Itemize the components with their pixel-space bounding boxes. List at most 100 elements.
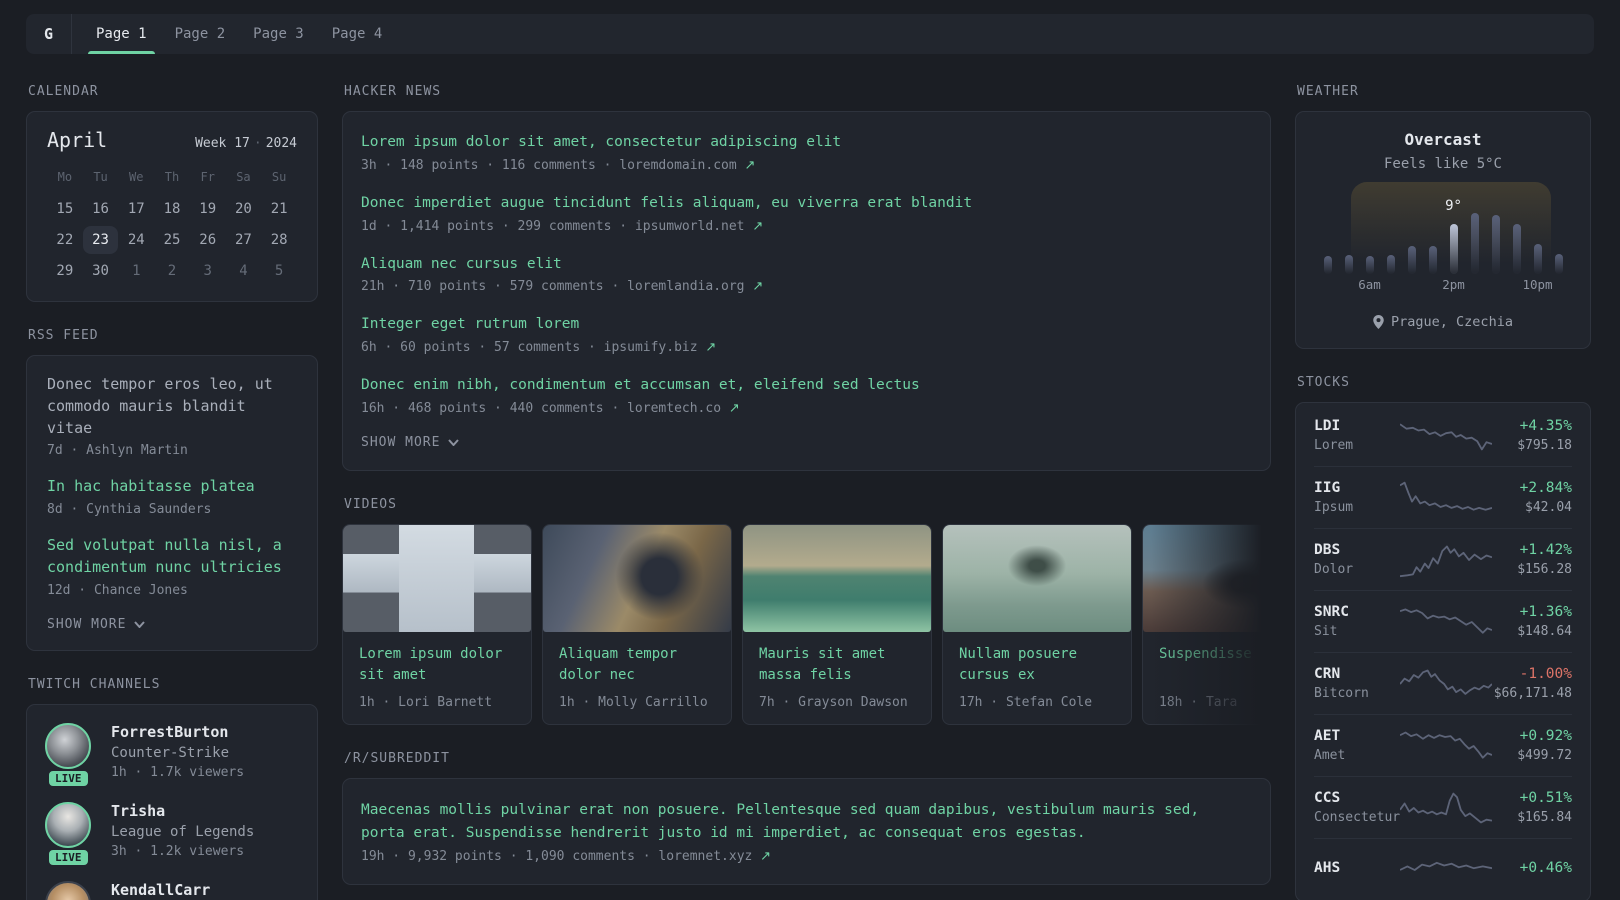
video-title[interactable]: Suspendisse diam (1159, 644, 1271, 688)
hackernews-item-domain[interactable]: ipsumify.biz (604, 340, 698, 355)
video-title[interactable]: Nullam posuere cursus ex (959, 644, 1115, 688)
hackernews-card: Lorem ipsum dolor sit amet, consectetur … (342, 111, 1271, 471)
hackernews-item-headline[interactable]: Donec imperdiet augue tincidunt felis al… (361, 193, 1252, 215)
video-meta: 18h · Tara (1159, 694, 1238, 710)
stock-symbol: IIG (1314, 480, 1341, 496)
nav-tab[interactable]: Page 2 (161, 14, 240, 54)
subreddit-post-domain[interactable]: loremnet.xyz (658, 849, 752, 864)
temperature-bar-column (1548, 186, 1569, 274)
hackernews-item-headline[interactable]: Integer eget rutrum lorem (361, 314, 1252, 336)
dashboard-page: G Page 1 Page 2 Page 3 Page 4 CALENDAR A… (0, 0, 1620, 900)
chevron-down-icon (134, 620, 146, 628)
video-title[interactable]: Lorem ipsum dolor sit amet consectetu… (359, 644, 515, 688)
stock-price: $66,171.48 (1493, 686, 1572, 701)
external-link-icon[interactable]: ↗ (752, 219, 763, 234)
hackernews-item-domain[interactable]: loremdomain.com (619, 158, 736, 173)
video-thumbnail[interactable] (743, 524, 931, 632)
calendar-day: 15 (56, 201, 74, 217)
stock-row[interactable]: AET Amet +0.92% $499.72 (1314, 714, 1572, 776)
video-card-body: Nullam posuere cursus ex 17h · Stefan Co… (943, 632, 1131, 724)
video-card-body: Lorem ipsum dolor sit amet consectetu… 1… (343, 632, 531, 724)
temperature-bar (1344, 255, 1353, 274)
hackernews-show-more-button[interactable]: SHOW MORE (361, 435, 1252, 450)
stock-row[interactable]: SNRC Sit +1.36% $148.64 (1314, 590, 1572, 652)
calendar-day: 25 (163, 232, 181, 248)
temperature-chart-bars: 6am 9° 2pm 10pm (1317, 186, 1569, 292)
calendar-day: 29 (56, 263, 74, 279)
nav-tab[interactable]: Page 1 (82, 14, 161, 54)
stock-symbol: CCS (1314, 790, 1341, 806)
video-meta: 7h · Grayson Dawson (759, 694, 908, 710)
external-link-icon[interactable]: ↗ (752, 279, 763, 294)
twitch-channel-info: Trisha League of Legends 3h · 1.2k viewe… (111, 802, 254, 859)
rss-item-headline[interactable]: Sed volutpat nulla nisl, a condimentum n… (47, 535, 297, 579)
stock-symbol: AHS (1314, 859, 1341, 876)
hackernews-list: Lorem ipsum dolor sit amet, consectetur … (361, 132, 1252, 416)
calendar-month: April (47, 128, 108, 152)
calendar-day: 4 (239, 263, 248, 279)
video-thumbnail[interactable] (943, 524, 1131, 632)
sparkline-chart (1399, 545, 1492, 577)
stock-price: $148.64 (1517, 624, 1572, 639)
video-thumbnail[interactable] (543, 524, 731, 632)
calendar-day: 2 (167, 263, 177, 279)
calendar-day: 24 (127, 232, 145, 248)
hackernews-item-headline[interactable]: Lorem ipsum dolor sit amet, consectetur … (361, 132, 1252, 154)
stock-row[interactable]: CRN Bitcorn -1.00% $66,171.48 (1314, 652, 1572, 714)
time-axis-label: 10pm (1522, 277, 1553, 292)
video-title[interactable]: Mauris sit amet massa felis (759, 644, 915, 688)
hackernews-item-domain[interactable]: loremtech.co (627, 401, 721, 416)
stock-name: Dolor (1314, 562, 1354, 577)
subreddit-post-headline[interactable]: Maecenas mollis pulvinar erat non posuer… (361, 799, 1221, 845)
twitch-channel-row[interactable]: LIVE ForrestBurton Counter-Strike 1h · 1… (45, 722, 299, 788)
stock-price: $165.84 (1517, 810, 1572, 825)
widget-title-weather: WEATHER (1297, 84, 1359, 99)
rss-widget: RSS FEED Donec tempor eros leo, ut commo… (26, 328, 318, 651)
nav-tab[interactable]: Page 3 (239, 14, 318, 54)
hackernews-item: Lorem ipsum dolor sit amet, consectetur … (361, 132, 1252, 173)
twitch-channel-meta: 1h · 1.7k viewers (111, 764, 245, 780)
temperature-bar (1554, 254, 1563, 274)
nav-tab-label: Page 2 (174, 26, 226, 42)
time-axis-label: 2pm (1442, 277, 1465, 292)
nav-tab[interactable]: Page 4 (318, 14, 397, 54)
hackernews-item-meta: 6h · 60 points · 57 comments · ipsumify.… (361, 340, 1252, 355)
dot-separator: · (253, 136, 262, 151)
temperature-bar (1449, 224, 1458, 274)
hackernews-item-domain[interactable]: ipsumworld.net (635, 219, 745, 234)
rss-item: In hac habitasse platea 8d · Cynthia Sau… (47, 476, 297, 517)
external-link-icon[interactable]: ↗ (760, 849, 771, 864)
rss-show-more-button[interactable]: SHOW MORE (47, 617, 297, 632)
calendar-week-year: Week 17 · 2024 (195, 136, 297, 151)
sparkline-chart (1399, 731, 1492, 759)
temperature-bar-column (1464, 186, 1485, 274)
stock-row[interactable]: CCS Consectetur +0.51% $165.84 (1314, 776, 1572, 838)
twitch-channel-row[interactable]: KendallCarr (45, 880, 299, 900)
rss-item: Sed volutpat nulla nisl, a condimentum n… (47, 535, 297, 598)
app-logo: G (26, 14, 72, 54)
external-link-icon[interactable]: ↗ (745, 158, 756, 173)
stock-row[interactable]: DBS Dolor +1.42% $156.28 (1314, 528, 1572, 590)
stock-id: CCS Consectetur (1314, 790, 1400, 825)
calendar-day: 27 (234, 232, 252, 248)
hackernews-item-domain[interactable]: loremlandia.org (627, 279, 744, 294)
stock-row[interactable]: LDI Lorem +4.35% $795.18 (1314, 404, 1572, 466)
stock-id: AHS (1314, 860, 1400, 880)
external-link-icon[interactable]: ↗ (705, 340, 716, 355)
video-thumbnail[interactable] (1143, 524, 1271, 632)
rss-item-headline[interactable]: In hac habitasse platea (47, 476, 297, 498)
stock-id: SNRC Sit (1314, 604, 1400, 639)
rss-item-headline[interactable]: Donec tempor eros leo, ut commodo mauris… (47, 374, 297, 439)
stock-change: +1.42% (1519, 542, 1572, 558)
hackernews-item-headline[interactable]: Donec enim nibh, condimentum et accumsan… (361, 375, 1252, 397)
video-thumbnail[interactable] (343, 524, 531, 632)
external-link-icon[interactable]: ↗ (729, 401, 740, 416)
stock-change: +2.84% (1519, 480, 1572, 496)
stock-name: Lorem (1314, 437, 1354, 453)
twitch-channel-row[interactable]: LIVE Trisha League of Legends 3h · 1.2k … (45, 801, 299, 867)
hackernews-item-stats: 16h · 468 points · 440 comments · (361, 400, 628, 416)
video-title[interactable]: Aliquam tempor dolor nec pharetra… (559, 644, 715, 688)
hackernews-item-headline[interactable]: Aliquam nec cursus elit (361, 254, 1252, 276)
stock-row[interactable]: AHS +0.46% (1314, 838, 1572, 900)
stock-row[interactable]: IIG Ipsum +2.84% $42.04 (1314, 466, 1572, 528)
